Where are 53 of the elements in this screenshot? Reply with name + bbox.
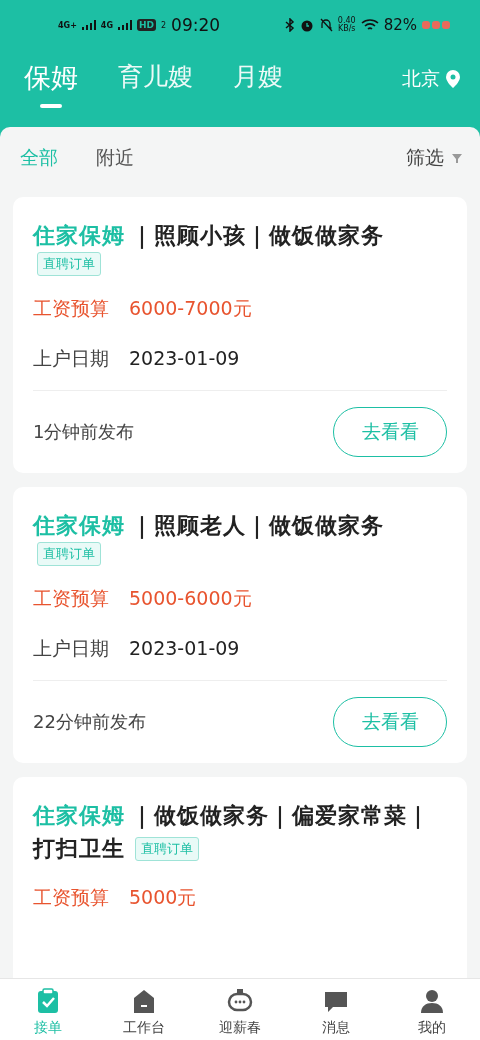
alarm-icon xyxy=(299,18,314,32)
hd-badge: HD xyxy=(137,19,156,31)
date-value: 2023-01-09 xyxy=(129,346,240,371)
bell-muted-icon xyxy=(318,18,333,32)
date-label: 上户日期 xyxy=(33,636,109,661)
salary-value: 6000-7000元 xyxy=(129,296,252,321)
network-label: 4G xyxy=(100,20,113,30)
category-label: 住家保姆 xyxy=(33,512,125,540)
wifi-icon xyxy=(360,18,379,32)
funnel-icon xyxy=(452,153,462,163)
view-button[interactable]: 去看看 xyxy=(333,697,447,747)
category-label: 住家保姆 xyxy=(33,802,125,830)
salary-label: 工资预算 xyxy=(33,885,109,910)
signal-icon xyxy=(118,20,132,30)
location-pin-icon xyxy=(446,70,460,88)
salary-label: 工资预算 xyxy=(33,296,109,321)
salary-value: 5000-6000元 xyxy=(129,586,252,611)
date-value: 2023-01-09 xyxy=(129,636,240,661)
bluetooth-icon xyxy=(284,18,295,32)
nav-tab[interactable]: 消息 xyxy=(288,979,384,1040)
category-tab[interactable]: 月嫂 xyxy=(233,60,283,105)
order-title: ｜做饭做家务｜偏爱家常菜｜ xyxy=(131,802,430,831)
nav-tab[interactable]: 迎薪春 xyxy=(192,979,288,1040)
order-title: ｜照顾老人｜做饭做家务 xyxy=(131,512,384,541)
signal-icon xyxy=(81,20,96,30)
posted-time: 22分钟前发布 xyxy=(33,710,146,734)
posted-time: 1分钟前发布 xyxy=(33,420,135,444)
clock-time: 09:20 xyxy=(171,15,221,35)
salary-value: 5000元 xyxy=(129,885,197,910)
view-button[interactable]: 去看看 xyxy=(333,407,447,457)
battery-icon xyxy=(422,20,452,30)
order-title: ｜照顾小孩｜做饭做家务 xyxy=(131,222,384,251)
category-label: 住家保姆 xyxy=(33,222,125,250)
city-button[interactable]: 北京 xyxy=(402,60,460,92)
category-tab[interactable]: 保姆 xyxy=(24,60,78,108)
order-tag: 直聘订单 xyxy=(37,252,101,276)
nav-tab[interactable]: 接单 xyxy=(0,979,96,1040)
network-label: 4G+ xyxy=(58,20,77,30)
speed-unit: KB/s xyxy=(337,25,356,33)
filter-tab[interactable]: 全部 xyxy=(20,145,58,171)
date-label: 上户日期 xyxy=(33,346,109,371)
speed-value: 0.40 xyxy=(337,17,356,25)
salary-label: 工资预算 xyxy=(33,586,109,611)
order-tag: 直聘订单 xyxy=(37,542,101,566)
category-tab[interactable]: 育儿嫂 xyxy=(118,60,193,105)
order-tag: 直聘订单 xyxy=(135,836,199,861)
filter-tab[interactable]: 附近 xyxy=(96,145,134,171)
nav-tab[interactable]: 我的 xyxy=(384,979,480,1040)
filter-button[interactable]: 筛选 xyxy=(406,145,462,171)
order-title: 打扫卫生 xyxy=(33,835,125,863)
nav-tab[interactable]: 工作台 xyxy=(96,979,192,1040)
hd-subscript: 2 xyxy=(161,20,167,30)
battery-percent: 82% xyxy=(383,16,417,34)
